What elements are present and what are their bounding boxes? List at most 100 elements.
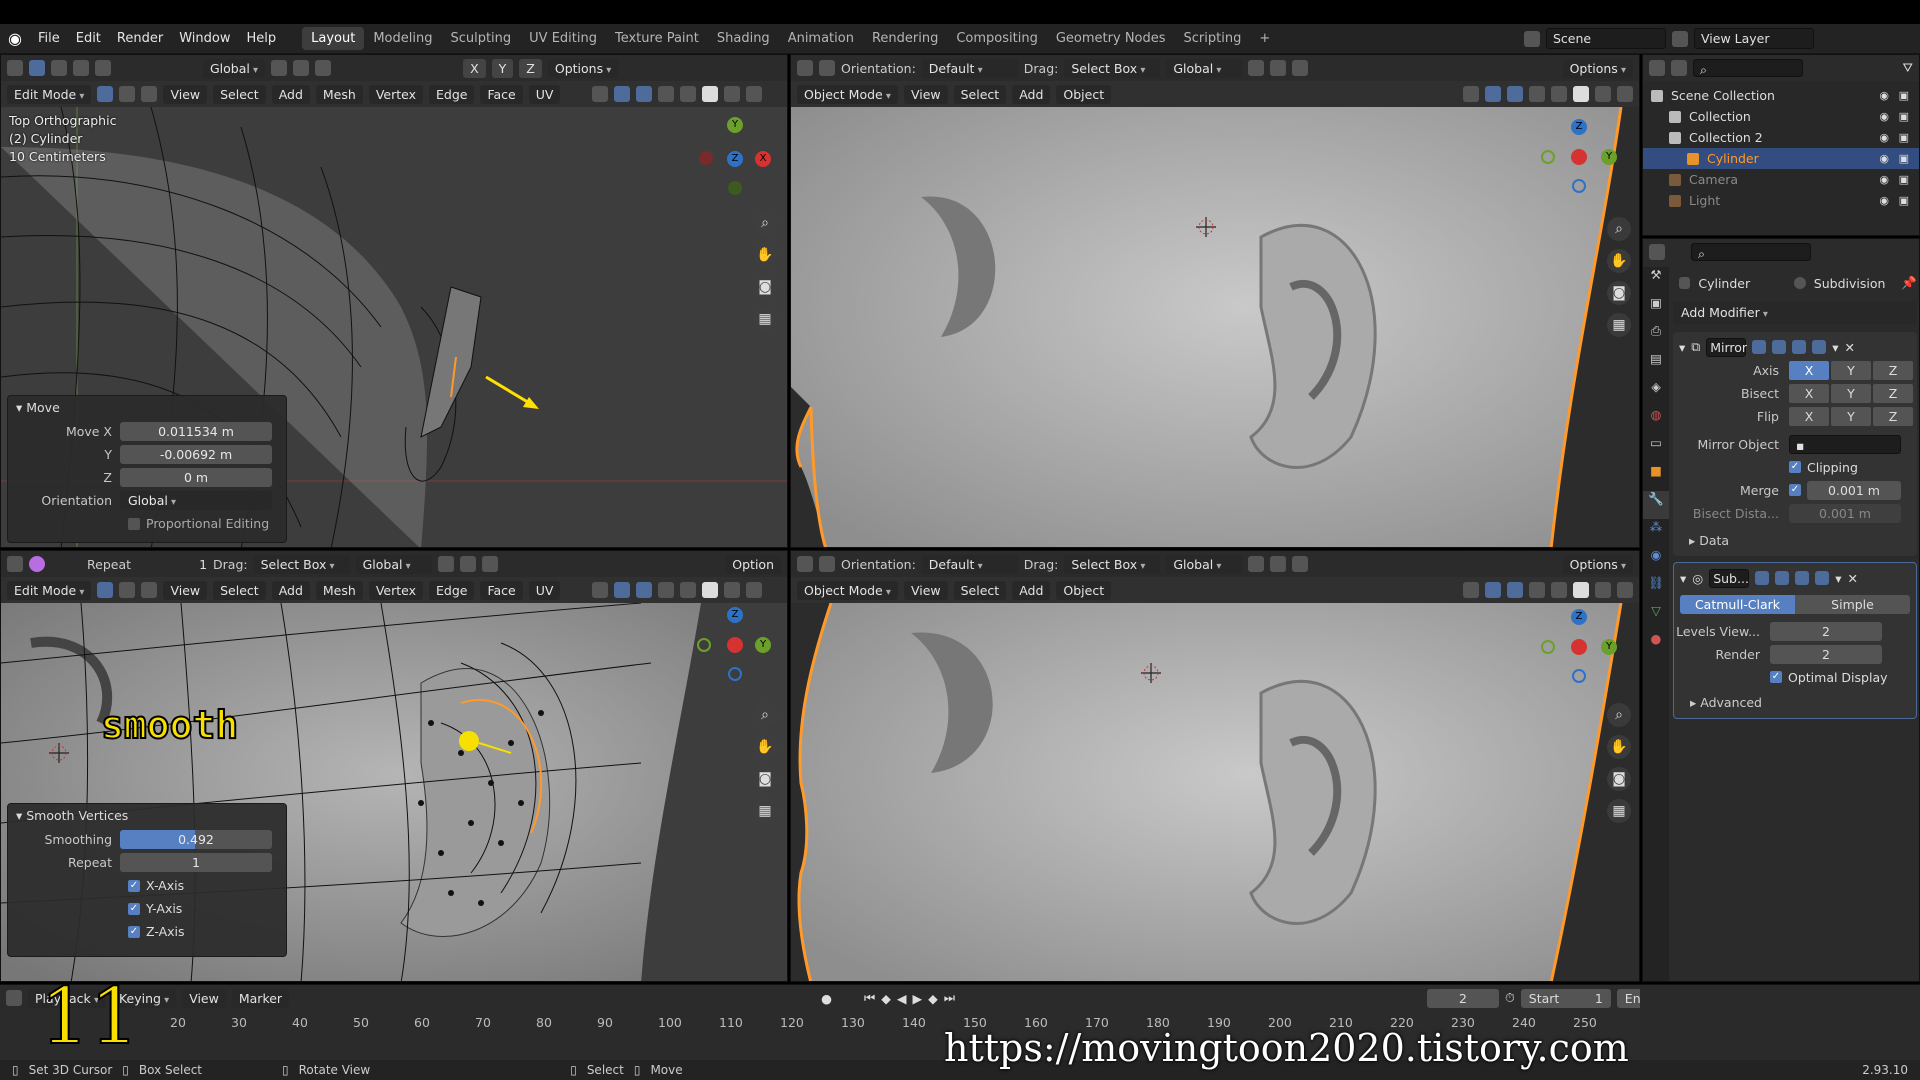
face-select-icon[interactable]	[141, 582, 158, 598]
menu-select[interactable]: Select	[953, 580, 1007, 600]
material-shading-icon[interactable]	[1595, 86, 1611, 102]
gizmo-x[interactable]	[1571, 639, 1587, 655]
options-dropdown[interactable]: Options	[1562, 554, 1633, 574]
vertex-select-icon[interactable]	[97, 86, 114, 102]
solid-shading-icon[interactable]	[702, 582, 719, 598]
wireframe-shading-icon[interactable]	[1551, 86, 1567, 102]
mode-dropdown[interactable]: Edit Mode	[7, 580, 92, 600]
menu-window[interactable]: Window	[171, 31, 238, 46]
snap-icon[interactable]	[293, 60, 310, 76]
orientation-dropdown[interactable]: Global	[120, 491, 272, 510]
proportional-checkbox[interactable]	[128, 517, 140, 530]
outliner-row-cylinder[interactable]: Cylinder ◉ ▣	[1643, 148, 1919, 169]
render-toggle-icon[interactable]: ▣	[1899, 131, 1909, 144]
render-tab-icon[interactable]: ▣	[1643, 295, 1669, 323]
gizmo-icon[interactable]	[1485, 86, 1501, 102]
outliner-row-collection[interactable]: Collection ◉ ▣	[1643, 106, 1919, 127]
stopwatch-icon[interactable]: ⏱	[1505, 990, 1515, 1006]
subdivision-name-field[interactable]: Sub...	[1709, 568, 1750, 588]
smooth-panel-header[interactable]: ▾ Smooth Vertices	[8, 804, 286, 827]
zoom-icon[interactable]: ⌕	[753, 211, 777, 235]
overlay-icon[interactable]	[636, 582, 653, 598]
tab-layout[interactable]: Layout	[302, 27, 365, 50]
mirror-name-field[interactable]: Mirror	[1706, 337, 1747, 357]
proportional-icon[interactable]	[1292, 556, 1309, 572]
pan-hand-icon[interactable]: ✋	[1607, 249, 1631, 273]
bisect-distance-field[interactable]: 0.001 m	[1789, 503, 1901, 523]
move-x-field[interactable]: 0.011534 m	[120, 422, 272, 441]
flip-z-toggle[interactable]: Z	[1873, 406, 1913, 426]
proportional-icon[interactable]	[315, 60, 332, 76]
tab-shading[interactable]: Shading	[708, 27, 779, 50]
outliner-row-collection-2[interactable]: Collection 2 ◉ ▣	[1643, 127, 1919, 148]
camera-view-icon[interactable]: ◙	[1607, 281, 1631, 305]
gizmo-y[interactable]: Y	[727, 117, 743, 133]
tab-modeling[interactable]: Modeling	[364, 27, 441, 50]
tab-sculpting[interactable]: Sculpting	[441, 27, 520, 50]
menu-uv[interactable]: UV	[528, 84, 561, 104]
menu-add[interactable]: Add	[1012, 580, 1051, 600]
axis-z-toggle[interactable]: Z	[519, 58, 542, 78]
proportional-icon[interactable]	[481, 556, 498, 572]
gizmo-z[interactable]: Z	[1571, 609, 1587, 625]
pivot-icon[interactable]	[1248, 60, 1265, 76]
outliner-row-scene-collection[interactable]: Scene Collection ◉ ▣	[1643, 85, 1919, 106]
solid-shading-icon[interactable]	[702, 86, 719, 102]
edit-cage-icon[interactable]	[1752, 340, 1767, 354]
editor-type-icon[interactable]	[7, 60, 23, 76]
navigation-gizmo[interactable]: Y Z X	[693, 117, 773, 197]
merge-checkbox[interactable]: ✓	[1789, 484, 1801, 496]
visibility-eye-icon[interactable]: ◉	[1879, 152, 1889, 165]
menu-view[interactable]: View	[903, 84, 948, 104]
repeat-field[interactable]: 1	[120, 853, 272, 872]
next-keyframe-icon[interactable]: ◆	[928, 991, 938, 1006]
render-toggle-icon[interactable]: ▣	[1899, 89, 1909, 102]
axis-z-toggle[interactable]: Z	[1873, 360, 1913, 380]
menu-select[interactable]: Select	[213, 580, 266, 600]
jump-start-icon[interactable]: ⏮	[864, 990, 875, 1006]
edit-mode-icon[interactable]	[1772, 340, 1787, 354]
menu-add[interactable]: Add	[271, 84, 310, 104]
auto-keying-icon[interactable]: ●	[821, 991, 832, 1006]
overlay-icon[interactable]	[1507, 582, 1523, 598]
pan-hand-icon[interactable]: ✋	[753, 243, 777, 267]
gizmo-neg-y[interactable]	[697, 638, 711, 652]
play-reverse-icon[interactable]: ◀	[897, 991, 907, 1006]
edit-mode-icon[interactable]	[1775, 571, 1790, 585]
material-shading-icon[interactable]	[724, 86, 741, 102]
menu-render[interactable]: Render	[109, 31, 171, 46]
pivot-icon[interactable]	[437, 556, 454, 572]
overlay-icon[interactable]	[1507, 86, 1523, 102]
outliner-row-camera[interactable]: Camera ◉ ▣	[1643, 169, 1919, 190]
dropdown-icon[interactable]: ▾	[1835, 571, 1841, 586]
material-tab-icon[interactable]: ●	[1643, 631, 1669, 659]
xray-icon[interactable]	[1529, 582, 1545, 598]
flip-x-toggle[interactable]: X	[1789, 406, 1829, 426]
edge-select-icon[interactable]	[119, 86, 136, 102]
orientation-dropdown[interactable]: Default	[921, 554, 1018, 574]
jump-end-icon[interactable]: ⏭	[944, 990, 955, 1006]
camera-view-icon[interactable]: ◙	[753, 275, 777, 299]
tool-tab-icon[interactable]: ⚒	[1643, 267, 1669, 295]
gizmo-y[interactable]: Y	[1601, 639, 1617, 655]
visibility-eye-icon[interactable]: ◉	[1879, 110, 1889, 123]
physics-tab-icon[interactable]: ◉	[1643, 547, 1669, 575]
levels-viewport-field[interactable]: 2	[1770, 621, 1882, 641]
remove-modifier-icon[interactable]: ✕	[1845, 340, 1855, 355]
properties-search-input[interactable]: ⌕	[1691, 243, 1811, 261]
gizmo-neg-y[interactable]	[1541, 640, 1555, 654]
transform-orientation-dropdown[interactable]: Global	[203, 58, 266, 78]
view-layer-selector[interactable]: View Layer	[1694, 28, 1814, 49]
play-icon[interactable]: ▶	[913, 991, 923, 1006]
remove-modifier-icon[interactable]: ✕	[1847, 571, 1857, 586]
render-toggle-icon[interactable]: ▣	[1899, 110, 1909, 123]
mode-dropdown[interactable]: Object Mode	[797, 580, 898, 600]
collapse-icon[interactable]: ▾	[1680, 571, 1686, 586]
display-mode-icon[interactable]	[1671, 60, 1687, 76]
prev-keyframe-icon[interactable]: ◆	[881, 991, 891, 1006]
pan-hand-icon[interactable]: ✋	[753, 735, 777, 759]
render-levels-field[interactable]: 2	[1770, 644, 1882, 664]
viewport-area[interactable]: Z Y ⌕ ✋ ◙ ▦	[791, 603, 1639, 981]
render-shading-icon[interactable]	[1617, 582, 1633, 598]
gizmo-icon[interactable]	[614, 86, 631, 102]
